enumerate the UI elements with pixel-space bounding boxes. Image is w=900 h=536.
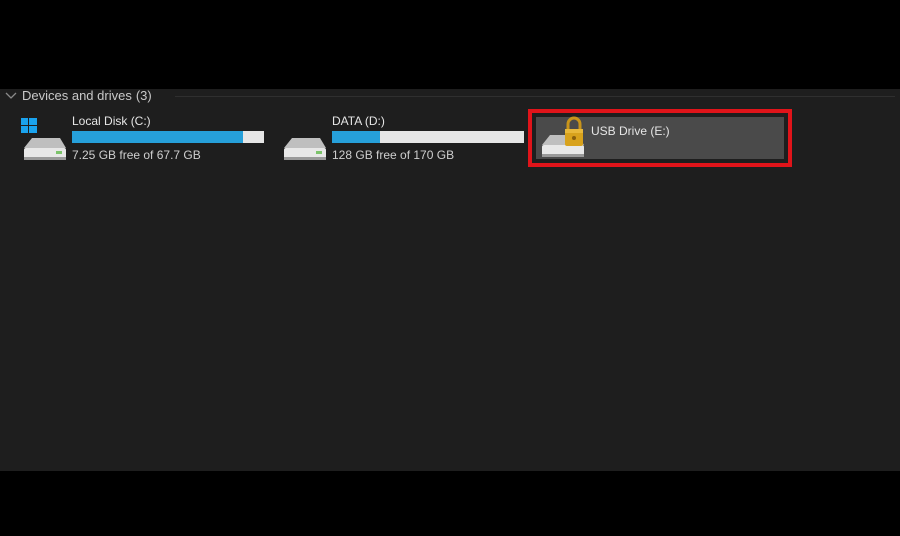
drive-free-space: 7.25 GB free of 67.7 GB (72, 148, 201, 162)
devices-and-drives-group-header[interactable]: Devices and drives (3) (4, 89, 152, 103)
drive-usage-fill (332, 131, 380, 143)
drive-label: DATA (D:) (332, 114, 385, 128)
letterbox-top (0, 0, 900, 89)
drive-free-space: 128 GB free of 170 GB (332, 148, 455, 162)
drive-label: Local Disk (C:) (72, 114, 151, 128)
drive-item-data-d[interactable]: DATA (D:) 128 GB free of 170 GB (280, 114, 530, 162)
drive-label: USB Drive (E:) (591, 124, 670, 138)
chevron-down-icon[interactable] (4, 90, 18, 102)
drive-item-local-disk-c[interactable]: Local Disk (C:) 7.25 GB free of 67.7 GB (20, 114, 270, 162)
drive-usage-bar (332, 131, 524, 143)
group-divider (175, 96, 895, 97)
locked-drive-icon (538, 115, 588, 159)
group-count: (3) (135, 88, 152, 103)
windows-system-drive-icon (20, 118, 70, 162)
letterbox-bottom (0, 471, 900, 536)
drive-item-usb-drive-e[interactable]: USB Drive (E:) (528, 109, 792, 167)
drive-usage-bar (72, 131, 264, 143)
hard-drive-icon (280, 118, 330, 162)
group-title: Devices and drives (22, 88, 132, 103)
drive-usage-fill (72, 131, 243, 143)
